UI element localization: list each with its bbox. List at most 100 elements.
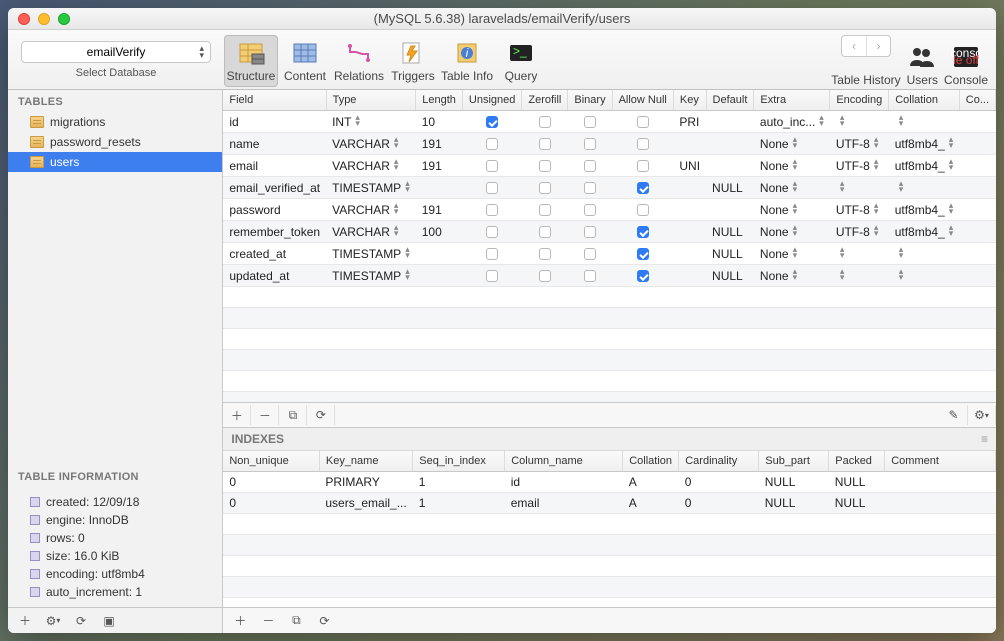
tab-table-info[interactable]: iTable Info <box>440 35 494 87</box>
refresh-indexes-button[interactable]: ⟳ <box>311 611 337 631</box>
field-row[interactable]: updated_atTIMESTAMP▴▾NULLNone▴▾▴▾▴▾ <box>223 265 995 287</box>
column-header[interactable]: Packed <box>829 451 885 472</box>
field-row[interactable]: nameVARCHAR▴▾191None▴▾UTF-8▴▾utf8mb4_▴▾ <box>223 133 995 155</box>
settings-button[interactable]: ⚙▾ <box>968 405 996 425</box>
column-header[interactable]: Unsigned <box>462 90 521 111</box>
tab-relations[interactable]: Relations <box>332 35 386 87</box>
column-header[interactable]: Key <box>673 90 706 111</box>
tab-triggers[interactable]: Triggers <box>386 35 440 87</box>
checkbox[interactable] <box>637 226 649 238</box>
field-row[interactable]: created_atTIMESTAMP▴▾NULLNone▴▾▴▾▴▾ <box>223 243 995 265</box>
column-header[interactable]: Encoding <box>830 90 889 111</box>
sidebar-table-users[interactable]: users <box>8 152 222 172</box>
empty-row <box>223 371 995 392</box>
column-header[interactable]: Sub_part <box>759 451 829 472</box>
console-button[interactable]: console off Console <box>944 43 988 87</box>
column-header[interactable]: Key_name <box>319 451 412 472</box>
history-forward-button[interactable]: › <box>866 36 890 56</box>
checkbox[interactable] <box>584 182 596 194</box>
fields-grid[interactable]: FieldTypeLengthUnsignedZerofillBinaryAll… <box>223 90 996 402</box>
checkbox[interactable] <box>584 204 596 216</box>
column-header[interactable]: Comment <box>885 451 996 472</box>
checkbox[interactable] <box>539 182 551 194</box>
remove-field-button[interactable]: － <box>251 405 279 425</box>
sidebar-table-migrations[interactable]: migrations <box>8 112 222 132</box>
tables-header: TABLES <box>8 90 222 112</box>
column-header[interactable]: Type <box>326 90 416 111</box>
field-row[interactable]: emailVARCHAR▴▾191UNINone▴▾UTF-8▴▾utf8mb4… <box>223 155 995 177</box>
checkbox[interactable] <box>584 226 596 238</box>
checkbox[interactable] <box>539 204 551 216</box>
field-row[interactable]: passwordVARCHAR▴▾191None▴▾UTF-8▴▾utf8mb4… <box>223 199 995 221</box>
column-header[interactable]: Binary <box>568 90 612 111</box>
column-header[interactable]: Collation <box>889 90 960 111</box>
checkbox[interactable] <box>486 204 498 216</box>
checkbox[interactable] <box>539 160 551 172</box>
checkbox[interactable] <box>486 116 498 128</box>
refresh-button[interactable]: ⟳ <box>68 611 94 631</box>
tab-structure[interactable]: Structure <box>224 35 278 87</box>
column-header[interactable]: Length <box>416 90 463 111</box>
tab-query[interactable]: >_Query <box>494 35 548 87</box>
checkbox[interactable] <box>584 248 596 260</box>
history-back-button[interactable]: ‹ <box>842 36 866 56</box>
field-row[interactable]: email_verified_atTIMESTAMP▴▾NULLNone▴▾▴▾… <box>223 177 995 199</box>
refresh-fields-button[interactable]: ⟳ <box>307 405 335 425</box>
duplicate-index-button[interactable]: ⧉ <box>283 611 309 631</box>
checkbox[interactable] <box>637 116 649 128</box>
column-header[interactable]: Extra <box>754 90 830 111</box>
column-header[interactable]: Co... <box>959 90 995 111</box>
main-panel: FieldTypeLengthUnsignedZerofillBinaryAll… <box>223 90 996 633</box>
checkbox[interactable] <box>637 182 649 194</box>
column-header[interactable]: Column_name <box>505 451 623 472</box>
checkbox[interactable] <box>584 160 596 172</box>
column-header[interactable]: Allow Null <box>612 90 673 111</box>
checkbox[interactable] <box>584 138 596 150</box>
table-info-row: engine: InnoDB <box>8 511 222 529</box>
collapse-button[interactable]: ▣ <box>96 611 122 631</box>
checkbox[interactable] <box>637 270 649 282</box>
database-select[interactable]: emailVerify ▴▾ <box>21 41 211 63</box>
checkbox[interactable] <box>539 116 551 128</box>
checkbox[interactable] <box>486 182 498 194</box>
column-header[interactable]: Zerofill <box>522 90 568 111</box>
column-header[interactable]: Default <box>706 90 754 111</box>
index-row[interactable]: 0users_email_...1emailA0NULLNULL <box>223 493 995 514</box>
checkbox[interactable] <box>637 204 649 216</box>
duplicate-field-button[interactable]: ⧉ <box>279 405 307 425</box>
checkbox[interactable] <box>637 160 649 172</box>
add-index-button[interactable]: ＋ <box>227 611 253 631</box>
indexes-grid[interactable]: Non_uniqueKey_nameSeq_in_indexColumn_nam… <box>223 451 996 607</box>
checkbox[interactable] <box>637 138 649 150</box>
gear-button[interactable]: ⚙▾ <box>40 611 66 631</box>
add-field-button[interactable]: ＋ <box>223 405 251 425</box>
index-row[interactable]: 0PRIMARY1idA0NULLNULL <box>223 472 995 493</box>
edit-button[interactable]: ✎ <box>940 405 968 425</box>
column-header[interactable]: Collation <box>623 451 679 472</box>
checkbox[interactable] <box>539 270 551 282</box>
field-row[interactable]: remember_tokenVARCHAR▴▾100NULLNone▴▾UTF-… <box>223 221 995 243</box>
checkbox[interactable] <box>486 160 498 172</box>
add-button[interactable]: ＋ <box>12 611 38 631</box>
sidebar-table-password_resets[interactable]: password_resets <box>8 132 222 152</box>
checkbox[interactable] <box>637 248 649 260</box>
checkbox[interactable] <box>486 248 498 260</box>
empty-row <box>223 535 995 556</box>
checkbox[interactable] <box>539 248 551 260</box>
checkbox[interactable] <box>539 226 551 238</box>
checkbox[interactable] <box>584 116 596 128</box>
users-button[interactable]: Users <box>907 43 938 87</box>
checkbox[interactable] <box>486 226 498 238</box>
column-header[interactable]: Field <box>223 90 326 111</box>
tab-content[interactable]: Content <box>278 35 332 87</box>
checkbox[interactable] <box>584 270 596 282</box>
column-header[interactable]: Seq_in_index <box>413 451 505 472</box>
checkbox[interactable] <box>486 138 498 150</box>
column-header[interactable]: Cardinality <box>679 451 759 472</box>
hamburger-icon[interactable]: ≡ <box>981 432 988 446</box>
checkbox[interactable] <box>486 270 498 282</box>
column-header[interactable]: Non_unique <box>223 451 319 472</box>
checkbox[interactable] <box>539 138 551 150</box>
remove-index-button[interactable]: － <box>255 611 281 631</box>
field-row[interactable]: idINT▴▾10PRIauto_inc...▴▾▴▾▴▾ <box>223 111 995 133</box>
